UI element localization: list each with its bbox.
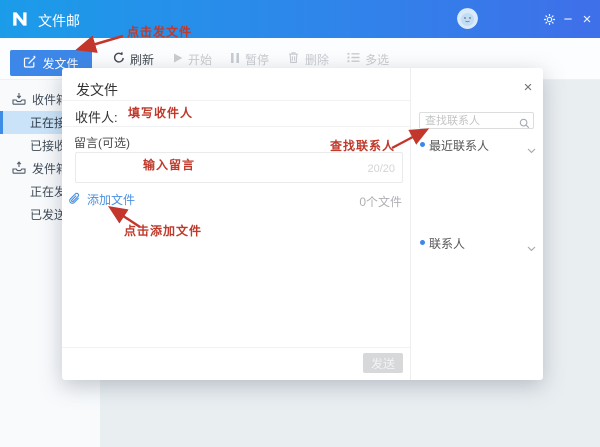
titlebar: 文件邮 − × [0,0,600,38]
chevron-down-icon[interactable] [527,141,536,159]
pause-icon [230,52,240,67]
annotation-search-contact: 查找联系人 [330,137,395,154]
window-close-button[interactable]: × [576,0,598,38]
trash-icon [287,51,300,67]
start-button: 开始 [172,51,212,68]
outbox-icon [12,161,26,177]
app-logo-icon [11,8,31,35]
play-icon [172,52,183,67]
contacts-group-recent[interactable]: 最近联系人 [411,136,544,152]
contacts-group-label: 联系人 [429,235,465,252]
message-box: 20/20 [75,152,403,183]
app-window: 文件邮 − × [0,0,600,447]
contacts-group-label: 最近联系人 [429,137,489,154]
contact-search-box [419,112,534,129]
multiselect-button: 多选 [347,51,389,68]
add-file-label: 添加文件 [87,191,135,208]
divider [62,347,410,348]
list-icon [347,52,360,66]
chevron-down-icon[interactable] [527,239,536,257]
divider [62,126,410,127]
refresh-button[interactable]: 刷新 [112,51,154,68]
avatar[interactable] [457,8,478,29]
sidebar-item-label: 已发送 [30,206,66,223]
add-file-link[interactable]: 添加文件 [68,191,135,208]
start-label: 开始 [188,51,212,68]
message-label: 留言(可选) [74,134,130,151]
annotation-fill-recipient: 填写收件人 [128,104,193,121]
pause-label: 暂停 [245,51,269,68]
paperclip-icon [68,192,80,208]
annotation-click-send-file: 点击发文件 [127,23,192,40]
bullet-dot [420,142,425,147]
annotation-enter-message: 输入留言 [143,156,195,173]
annotation-click-add-file: 点击添加文件 [124,222,202,239]
inbox-icon [12,92,26,108]
sidebar-item-label: 已接收 [30,137,66,154]
refresh-label: 刷新 [130,51,154,68]
file-count: 0个文件 [302,193,402,210]
minimize-button[interactable]: − [558,0,578,38]
contacts-group-all[interactable]: 联系人 [411,234,544,250]
refresh-icon [112,51,125,67]
dialog-title: 发文件 [76,80,118,100]
compose-icon [23,55,36,71]
contacts-panel: 最近联系人 联系人 [410,68,543,380]
app-title: 文件邮 [38,11,80,31]
divider [62,100,410,101]
search-icon [519,116,530,134]
send-button[interactable]: 发送 [363,353,403,373]
message-input[interactable] [80,156,350,180]
contact-search-input[interactable] [425,113,517,128]
pause-button: 暂停 [230,51,269,68]
multiselect-label: 多选 [365,51,389,68]
settings-gear-icon[interactable] [538,0,560,38]
recipient-label: 收件人: [75,107,118,126]
delete-label: 删除 [305,51,329,68]
delete-button: 删除 [287,51,329,68]
bullet-dot [420,240,425,245]
message-counter: 20/20 [367,163,395,175]
